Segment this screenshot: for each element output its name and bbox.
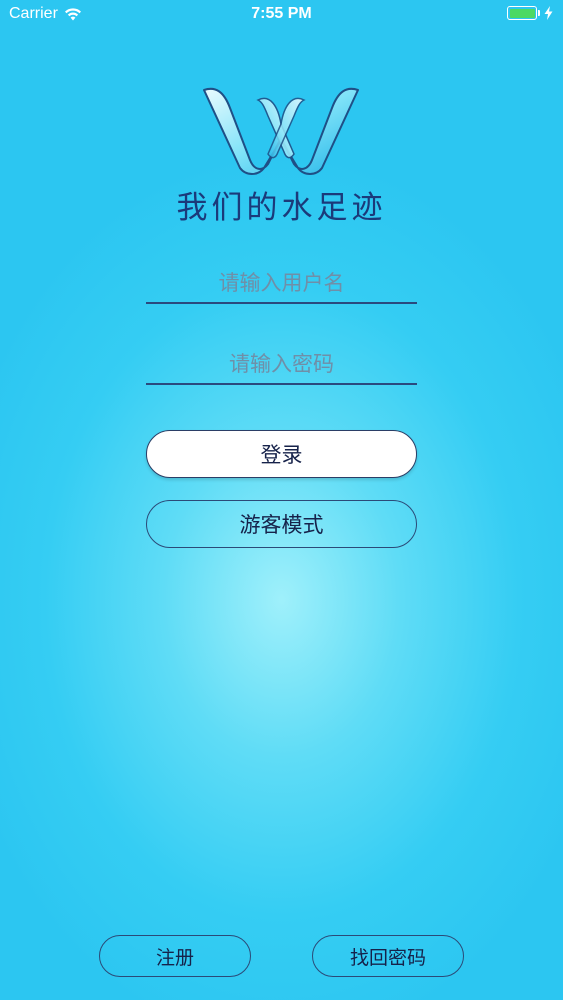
status-bar: Carrier 7:55 PM xyxy=(0,0,563,30)
guest-mode-button[interactable]: 游客模式 xyxy=(146,500,417,548)
password-input[interactable] xyxy=(146,345,417,385)
w-logo-icon xyxy=(203,87,359,175)
battery-tip xyxy=(538,10,540,16)
status-right xyxy=(507,6,553,20)
bolt-icon xyxy=(544,6,553,20)
login-button[interactable]: 登录 xyxy=(146,430,417,478)
app-title: 我们的水足迹 xyxy=(176,190,387,226)
register-button[interactable]: 注册 xyxy=(99,935,251,977)
status-time: 7:55 PM xyxy=(251,5,312,22)
battery-fill xyxy=(509,8,535,18)
battery-icon xyxy=(507,6,537,20)
username-input[interactable] xyxy=(146,264,417,304)
recover-password-button[interactable]: 找回密码 xyxy=(312,935,464,977)
